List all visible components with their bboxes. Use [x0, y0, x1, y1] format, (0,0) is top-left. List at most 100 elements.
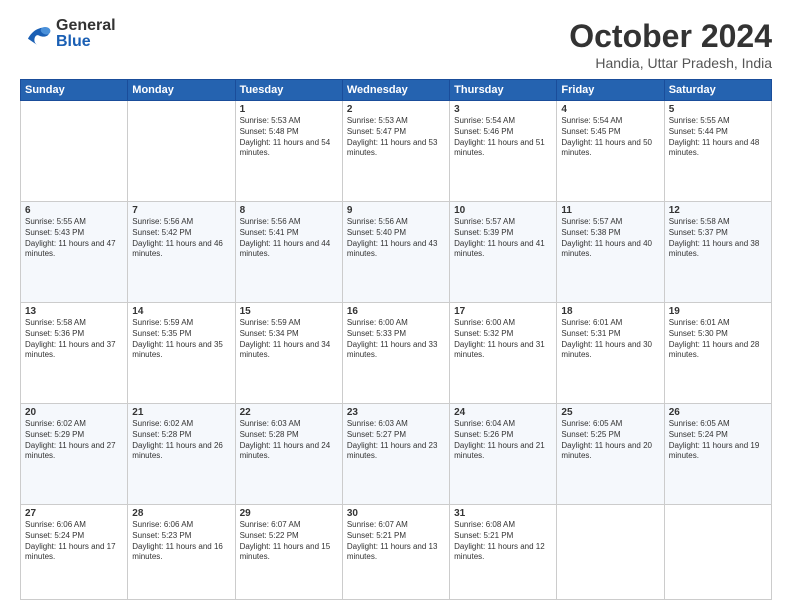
- day-number: 27: [25, 508, 123, 519]
- day-info: Sunrise: 6:02 AMSunset: 5:29 PMDaylight:…: [25, 419, 123, 462]
- location: Handia, Uttar Pradesh, India: [569, 55, 772, 71]
- day-number: 5: [669, 104, 767, 115]
- day-info: Sunrise: 5:54 AMSunset: 5:46 PMDaylight:…: [454, 116, 552, 159]
- calendar-cell: 29Sunrise: 6:07 AMSunset: 5:22 PMDayligh…: [235, 504, 342, 599]
- day-info: Sunrise: 6:01 AMSunset: 5:30 PMDaylight:…: [669, 318, 767, 361]
- day-number: 17: [454, 306, 552, 317]
- calendar-cell: 11Sunrise: 5:57 AMSunset: 5:38 PMDayligh…: [557, 201, 664, 302]
- calendar-cell: [557, 504, 664, 599]
- day-number: 12: [669, 205, 767, 216]
- calendar-cell: 12Sunrise: 5:58 AMSunset: 5:37 PMDayligh…: [664, 201, 771, 302]
- day-info: Sunrise: 5:55 AMSunset: 5:43 PMDaylight:…: [25, 217, 123, 260]
- calendar-week-5: 27Sunrise: 6:06 AMSunset: 5:24 PMDayligh…: [21, 504, 772, 599]
- day-header-friday: Friday: [557, 80, 664, 101]
- day-info: Sunrise: 5:53 AMSunset: 5:48 PMDaylight:…: [240, 116, 338, 159]
- calendar-cell: [21, 101, 128, 202]
- calendar-cell: 30Sunrise: 6:07 AMSunset: 5:21 PMDayligh…: [342, 504, 449, 599]
- calendar-cell: 26Sunrise: 6:05 AMSunset: 5:24 PMDayligh…: [664, 403, 771, 504]
- calendar-cell: 21Sunrise: 6:02 AMSunset: 5:28 PMDayligh…: [128, 403, 235, 504]
- day-info: Sunrise: 5:56 AMSunset: 5:41 PMDaylight:…: [240, 217, 338, 260]
- day-number: 26: [669, 407, 767, 418]
- day-number: 3: [454, 104, 552, 115]
- day-number: 8: [240, 205, 338, 216]
- day-header-monday: Monday: [128, 80, 235, 101]
- header: General Blue October 2024 Handia, Uttar …: [20, 18, 772, 71]
- logo-bird-icon: [20, 20, 52, 48]
- calendar-table: SundayMondayTuesdayWednesdayThursdayFrid…: [20, 79, 772, 600]
- calendar-cell: 9Sunrise: 5:56 AMSunset: 5:40 PMDaylight…: [342, 201, 449, 302]
- calendar-cell: [128, 101, 235, 202]
- day-number: 16: [347, 306, 445, 317]
- calendar-cell: 4Sunrise: 5:54 AMSunset: 5:45 PMDaylight…: [557, 101, 664, 202]
- day-number: 22: [240, 407, 338, 418]
- day-header-thursday: Thursday: [450, 80, 557, 101]
- calendar-cell: 10Sunrise: 5:57 AMSunset: 5:39 PMDayligh…: [450, 201, 557, 302]
- calendar-cell: 17Sunrise: 6:00 AMSunset: 5:32 PMDayligh…: [450, 302, 557, 403]
- day-number: 2: [347, 104, 445, 115]
- day-number: 23: [347, 407, 445, 418]
- day-info: Sunrise: 5:57 AMSunset: 5:39 PMDaylight:…: [454, 217, 552, 260]
- day-info: Sunrise: 5:59 AMSunset: 5:35 PMDaylight:…: [132, 318, 230, 361]
- calendar-cell: 2Sunrise: 5:53 AMSunset: 5:47 PMDaylight…: [342, 101, 449, 202]
- calendar-cell: 24Sunrise: 6:04 AMSunset: 5:26 PMDayligh…: [450, 403, 557, 504]
- day-info: Sunrise: 6:03 AMSunset: 5:28 PMDaylight:…: [240, 419, 338, 462]
- day-number: 9: [347, 205, 445, 216]
- day-number: 15: [240, 306, 338, 317]
- day-info: Sunrise: 5:57 AMSunset: 5:38 PMDaylight:…: [561, 217, 659, 260]
- day-number: 10: [454, 205, 552, 216]
- calendar-cell: 23Sunrise: 6:03 AMSunset: 5:27 PMDayligh…: [342, 403, 449, 504]
- day-number: 6: [25, 205, 123, 216]
- day-number: 7: [132, 205, 230, 216]
- day-info: Sunrise: 6:00 AMSunset: 5:32 PMDaylight:…: [454, 318, 552, 361]
- day-header-tuesday: Tuesday: [235, 80, 342, 101]
- day-info: Sunrise: 6:06 AMSunset: 5:23 PMDaylight:…: [132, 520, 230, 563]
- day-info: Sunrise: 6:03 AMSunset: 5:27 PMDaylight:…: [347, 419, 445, 462]
- day-info: Sunrise: 5:58 AMSunset: 5:37 PMDaylight:…: [669, 217, 767, 260]
- day-info: Sunrise: 6:04 AMSunset: 5:26 PMDaylight:…: [454, 419, 552, 462]
- day-info: Sunrise: 6:05 AMSunset: 5:24 PMDaylight:…: [669, 419, 767, 462]
- day-info: Sunrise: 6:00 AMSunset: 5:33 PMDaylight:…: [347, 318, 445, 361]
- day-header-saturday: Saturday: [664, 80, 771, 101]
- day-number: 25: [561, 407, 659, 418]
- calendar-cell: 6Sunrise: 5:55 AMSunset: 5:43 PMDaylight…: [21, 201, 128, 302]
- calendar-header-row: SundayMondayTuesdayWednesdayThursdayFrid…: [21, 80, 772, 101]
- day-info: Sunrise: 6:06 AMSunset: 5:24 PMDaylight:…: [25, 520, 123, 563]
- calendar-cell: 13Sunrise: 5:58 AMSunset: 5:36 PMDayligh…: [21, 302, 128, 403]
- day-info: Sunrise: 6:08 AMSunset: 5:21 PMDaylight:…: [454, 520, 552, 563]
- logo-general-text: General: [56, 18, 116, 34]
- calendar-cell: 16Sunrise: 6:00 AMSunset: 5:33 PMDayligh…: [342, 302, 449, 403]
- day-info: Sunrise: 5:55 AMSunset: 5:44 PMDaylight:…: [669, 116, 767, 159]
- day-info: Sunrise: 5:54 AMSunset: 5:45 PMDaylight:…: [561, 116, 659, 159]
- calendar-cell: 31Sunrise: 6:08 AMSunset: 5:21 PMDayligh…: [450, 504, 557, 599]
- calendar-cell: 1Sunrise: 5:53 AMSunset: 5:48 PMDaylight…: [235, 101, 342, 202]
- calendar-week-2: 6Sunrise: 5:55 AMSunset: 5:43 PMDaylight…: [21, 201, 772, 302]
- day-info: Sunrise: 5:58 AMSunset: 5:36 PMDaylight:…: [25, 318, 123, 361]
- calendar-cell: 3Sunrise: 5:54 AMSunset: 5:46 PMDaylight…: [450, 101, 557, 202]
- day-info: Sunrise: 5:53 AMSunset: 5:47 PMDaylight:…: [347, 116, 445, 159]
- title-block: October 2024 Handia, Uttar Pradesh, Indi…: [569, 18, 772, 71]
- day-info: Sunrise: 5:56 AMSunset: 5:40 PMDaylight:…: [347, 217, 445, 260]
- calendar-cell: 22Sunrise: 6:03 AMSunset: 5:28 PMDayligh…: [235, 403, 342, 504]
- day-number: 21: [132, 407, 230, 418]
- calendar-cell: 20Sunrise: 6:02 AMSunset: 5:29 PMDayligh…: [21, 403, 128, 504]
- day-number: 30: [347, 508, 445, 519]
- day-number: 13: [25, 306, 123, 317]
- calendar-cell: 19Sunrise: 6:01 AMSunset: 5:30 PMDayligh…: [664, 302, 771, 403]
- day-info: Sunrise: 5:56 AMSunset: 5:42 PMDaylight:…: [132, 217, 230, 260]
- day-number: 31: [454, 508, 552, 519]
- day-number: 20: [25, 407, 123, 418]
- calendar-cell: 27Sunrise: 6:06 AMSunset: 5:24 PMDayligh…: [21, 504, 128, 599]
- day-info: Sunrise: 6:07 AMSunset: 5:22 PMDaylight:…: [240, 520, 338, 563]
- day-number: 11: [561, 205, 659, 216]
- calendar-cell: 15Sunrise: 5:59 AMSunset: 5:34 PMDayligh…: [235, 302, 342, 403]
- day-info: Sunrise: 5:59 AMSunset: 5:34 PMDaylight:…: [240, 318, 338, 361]
- logo-blue-text: Blue: [56, 34, 116, 50]
- calendar-cell: 8Sunrise: 5:56 AMSunset: 5:41 PMDaylight…: [235, 201, 342, 302]
- day-number: 29: [240, 508, 338, 519]
- calendar-cell: [664, 504, 771, 599]
- day-number: 14: [132, 306, 230, 317]
- day-number: 1: [240, 104, 338, 115]
- day-header-sunday: Sunday: [21, 80, 128, 101]
- calendar-cell: 28Sunrise: 6:06 AMSunset: 5:23 PMDayligh…: [128, 504, 235, 599]
- month-title: October 2024: [569, 18, 772, 55]
